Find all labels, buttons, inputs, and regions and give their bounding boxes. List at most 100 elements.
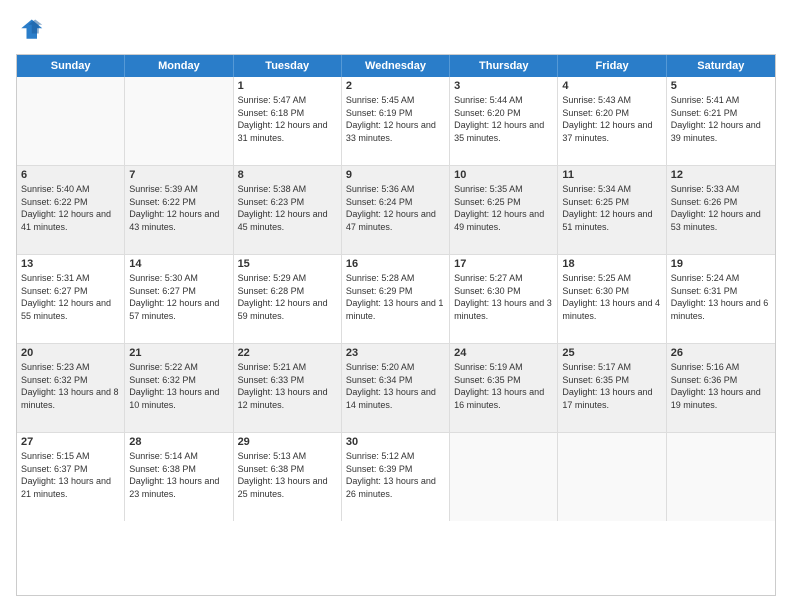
cell-info: Sunrise: 5:15 AMSunset: 6:37 PMDaylight:…	[21, 450, 120, 500]
cell-date: 17	[454, 258, 553, 270]
cal-cell-2-6: 19Sunrise: 5:24 AMSunset: 6:31 PMDayligh…	[667, 255, 775, 343]
cell-info: Sunrise: 5:23 AMSunset: 6:32 PMDaylight:…	[21, 361, 120, 411]
cell-date: 27	[21, 436, 120, 448]
cell-info: Sunrise: 5:39 AMSunset: 6:22 PMDaylight:…	[129, 183, 228, 233]
cal-cell-0-2: 1 Sunrise: 5:47 AMSunset: 6:18 PMDaylight…	[234, 77, 342, 165]
cell-info: Sunrise: 5:28 AMSunset: 6:29 PMDaylight:…	[346, 272, 445, 322]
cal-cell-3-4: 24 Sunrise: 5:19 AMSunset: 6:35 PMDayligh…	[450, 344, 558, 432]
cal-cell-4-3: 30Sunrise: 5:12 AMSunset: 6:39 PMDayligh…	[342, 433, 450, 521]
cell-info: Sunrise: 5:17 AMSunset: 6:35 PMDaylight:…	[562, 361, 661, 411]
cell-info: Sunrise: 5:13 AMSunset: 6:38 PMDaylight:…	[238, 450, 337, 500]
cell-info: Sunrise: 5:29 AMSunset: 6:28 PMDaylight:…	[238, 272, 337, 322]
cal-week-0: 1 Sunrise: 5:47 AMSunset: 6:18 PMDaylight…	[17, 77, 775, 166]
cell-date: 22	[238, 347, 337, 359]
cell-date: 10	[454, 169, 553, 181]
cal-header-sunday: Sunday	[17, 55, 125, 77]
cal-header-saturday: Saturday	[667, 55, 775, 77]
calendar-body: 1 Sunrise: 5:47 AMSunset: 6:18 PMDaylight…	[17, 77, 775, 521]
calendar-header: SundayMondayTuesdayWednesdayThursdayFrid…	[17, 55, 775, 77]
cell-date: 25	[562, 347, 661, 359]
cal-cell-3-2: 22 Sunrise: 5:21 AMSunset: 6:33 PMDayligh…	[234, 344, 342, 432]
cal-header-tuesday: Tuesday	[234, 55, 342, 77]
cell-info: Sunrise: 5:40 AMSunset: 6:22 PMDaylight:…	[21, 183, 120, 233]
logo-icon	[16, 16, 44, 44]
cal-cell-1-3: 9 Sunrise: 5:36 AMSunset: 6:24 PMDaylight…	[342, 166, 450, 254]
cell-date: 28	[129, 436, 228, 448]
cal-cell-1-0: 6 Sunrise: 5:40 AMSunset: 6:22 PMDaylight…	[17, 166, 125, 254]
cell-info: Sunrise: 5:14 AMSunset: 6:38 PMDaylight:…	[129, 450, 228, 500]
logo	[16, 16, 48, 44]
cell-date: 9	[346, 169, 445, 181]
cal-cell-1-1: 7 Sunrise: 5:39 AMSunset: 6:22 PMDaylight…	[125, 166, 233, 254]
cal-cell-4-5	[558, 433, 666, 521]
cell-date: 6	[21, 169, 120, 181]
cell-date: 2	[346, 80, 445, 92]
cell-info: Sunrise: 5:35 AMSunset: 6:25 PMDaylight:…	[454, 183, 553, 233]
cell-date: 23	[346, 347, 445, 359]
cell-info: Sunrise: 5:22 AMSunset: 6:32 PMDaylight:…	[129, 361, 228, 411]
cell-info: Sunrise: 5:45 AMSunset: 6:19 PMDaylight:…	[346, 94, 445, 144]
cal-cell-2-5: 18Sunrise: 5:25 AMSunset: 6:30 PMDayligh…	[558, 255, 666, 343]
cal-header-monday: Monday	[125, 55, 233, 77]
cell-date: 29	[238, 436, 337, 448]
cal-cell-1-5: 11 Sunrise: 5:34 AMSunset: 6:25 PMDayligh…	[558, 166, 666, 254]
cell-date: 5	[671, 80, 771, 92]
cell-info: Sunrise: 5:44 AMSunset: 6:20 PMDaylight:…	[454, 94, 553, 144]
cal-cell-4-0: 27 Sunrise: 5:15 AMSunset: 6:37 PMDayligh…	[17, 433, 125, 521]
cell-info: Sunrise: 5:34 AMSunset: 6:25 PMDaylight:…	[562, 183, 661, 233]
cal-week-4: 27 Sunrise: 5:15 AMSunset: 6:37 PMDayligh…	[17, 433, 775, 521]
cal-cell-1-2: 8Sunrise: 5:38 AMSunset: 6:23 PMDaylight…	[234, 166, 342, 254]
cal-cell-4-6	[667, 433, 775, 521]
cal-cell-2-1: 14 Sunrise: 5:30 AMSunset: 6:27 PMDayligh…	[125, 255, 233, 343]
cell-info: Sunrise: 5:16 AMSunset: 6:36 PMDaylight:…	[671, 361, 771, 411]
cell-info: Sunrise: 5:36 AMSunset: 6:24 PMDaylight:…	[346, 183, 445, 233]
cell-date: 13	[21, 258, 120, 270]
cell-info: Sunrise: 5:38 AMSunset: 6:23 PMDaylight:…	[238, 183, 337, 233]
cell-date: 14	[129, 258, 228, 270]
cell-info: Sunrise: 5:47 AMSunset: 6:18 PMDaylight:…	[238, 94, 337, 144]
cell-date: 3	[454, 80, 553, 92]
cal-week-3: 20Sunrise: 5:23 AMSunset: 6:32 PMDayligh…	[17, 344, 775, 433]
cal-cell-3-3: 23 Sunrise: 5:20 AMSunset: 6:34 PMDayligh…	[342, 344, 450, 432]
cell-date: 4	[562, 80, 661, 92]
cell-info: Sunrise: 5:41 AMSunset: 6:21 PMDaylight:…	[671, 94, 771, 144]
cell-date: 11	[562, 169, 661, 181]
cell-date: 30	[346, 436, 445, 448]
cal-cell-0-0	[17, 77, 125, 165]
cal-cell-3-0: 20Sunrise: 5:23 AMSunset: 6:32 PMDayligh…	[17, 344, 125, 432]
cal-cell-2-2: 15 Sunrise: 5:29 AMSunset: 6:28 PMDayligh…	[234, 255, 342, 343]
cal-cell-0-4: 3 Sunrise: 5:44 AMSunset: 6:20 PMDaylight…	[450, 77, 558, 165]
cal-cell-3-1: 21 Sunrise: 5:22 AMSunset: 6:32 PMDayligh…	[125, 344, 233, 432]
cal-cell-0-3: 2 Sunrise: 5:45 AMSunset: 6:19 PMDaylight…	[342, 77, 450, 165]
cal-cell-1-4: 10 Sunrise: 5:35 AMSunset: 6:25 PMDayligh…	[450, 166, 558, 254]
cal-week-2: 13 Sunrise: 5:31 AMSunset: 6:27 PMDayligh…	[17, 255, 775, 344]
cell-date: 15	[238, 258, 337, 270]
cell-date: 24	[454, 347, 553, 359]
cal-cell-1-6: 12Sunrise: 5:33 AMSunset: 6:26 PMDayligh…	[667, 166, 775, 254]
cell-info: Sunrise: 5:25 AMSunset: 6:30 PMDaylight:…	[562, 272, 661, 322]
cal-header-thursday: Thursday	[450, 55, 558, 77]
cell-info: Sunrise: 5:31 AMSunset: 6:27 PMDaylight:…	[21, 272, 120, 322]
cell-date: 26	[671, 347, 771, 359]
cell-info: Sunrise: 5:24 AMSunset: 6:31 PMDaylight:…	[671, 272, 771, 322]
cell-date: 21	[129, 347, 228, 359]
cal-week-1: 6 Sunrise: 5:40 AMSunset: 6:22 PMDaylight…	[17, 166, 775, 255]
cal-cell-4-2: 29 Sunrise: 5:13 AMSunset: 6:38 PMDayligh…	[234, 433, 342, 521]
cell-date: 1	[238, 80, 337, 92]
cell-info: Sunrise: 5:20 AMSunset: 6:34 PMDaylight:…	[346, 361, 445, 411]
cell-date: 7	[129, 169, 228, 181]
cell-info: Sunrise: 5:33 AMSunset: 6:26 PMDaylight:…	[671, 183, 771, 233]
cal-header-friday: Friday	[558, 55, 666, 77]
cal-cell-4-1: 28 Sunrise: 5:14 AMSunset: 6:38 PMDayligh…	[125, 433, 233, 521]
cell-info: Sunrise: 5:21 AMSunset: 6:33 PMDaylight:…	[238, 361, 337, 411]
cal-header-wednesday: Wednesday	[342, 55, 450, 77]
cell-info: Sunrise: 5:19 AMSunset: 6:35 PMDaylight:…	[454, 361, 553, 411]
cell-info: Sunrise: 5:30 AMSunset: 6:27 PMDaylight:…	[129, 272, 228, 322]
cell-date: 16	[346, 258, 445, 270]
cal-cell-2-4: 17 Sunrise: 5:27 AMSunset: 6:30 PMDayligh…	[450, 255, 558, 343]
header	[16, 16, 776, 44]
cell-info: Sunrise: 5:27 AMSunset: 6:30 PMDaylight:…	[454, 272, 553, 322]
cal-cell-2-0: 13 Sunrise: 5:31 AMSunset: 6:27 PMDayligh…	[17, 255, 125, 343]
cal-cell-0-1	[125, 77, 233, 165]
page: SundayMondayTuesdayWednesdayThursdayFrid…	[0, 0, 792, 612]
